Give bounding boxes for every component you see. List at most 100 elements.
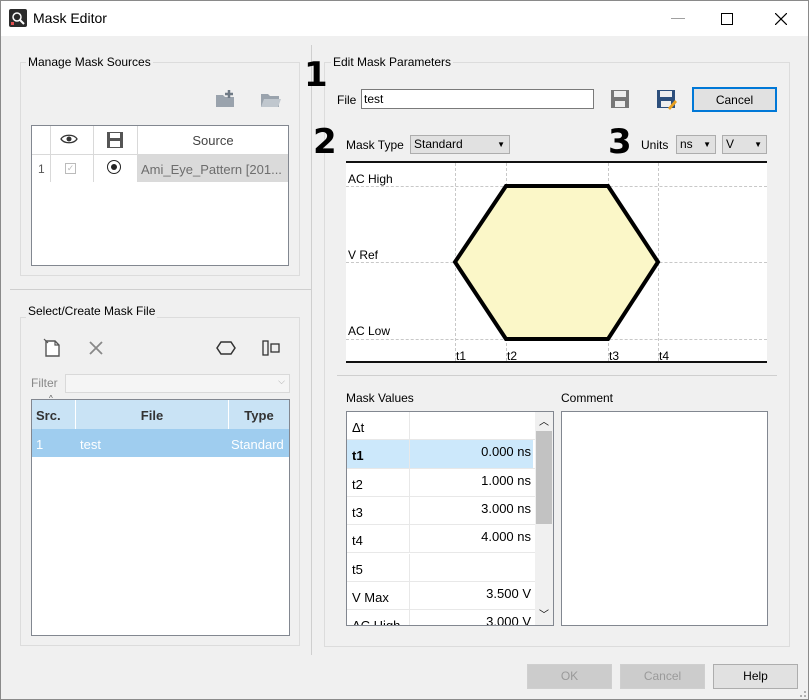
mask-file-name: test (80, 437, 101, 452)
mask-value-input[interactable] (409, 553, 533, 581)
ok-button[interactable]: OK (527, 664, 612, 689)
mask-file-src: 1 (36, 437, 44, 452)
mask-type-value: Standard (414, 137, 463, 151)
mask-value-row[interactable]: t1 0.000 ns (347, 440, 535, 469)
comment-title: Comment (561, 391, 614, 405)
mask-values-title: Mask Values (346, 391, 414, 405)
mask-value-name: t3 (352, 504, 363, 520)
panel-splitter[interactable] (311, 45, 312, 655)
file-name-input[interactable]: test (361, 89, 594, 109)
callout-2: 2 (313, 122, 337, 162)
comment-textarea[interactable] (561, 411, 768, 626)
new-file-icon (43, 338, 60, 357)
x-label-t2: t2 (507, 349, 518, 363)
volt-unit-value: V (726, 137, 735, 151)
col-type[interactable]: Type (229, 408, 289, 423)
minimize-icon: — (671, 9, 685, 25)
shape-mask-button[interactable] (215, 339, 237, 357)
chevron-down-icon: ▼ (703, 140, 711, 149)
window-title: Mask Editor (33, 10, 107, 26)
mask-value-name: t1 (347, 440, 409, 468)
select-mask-title: Select/Create Mask File (26, 304, 158, 318)
minimize-button[interactable]: — (655, 0, 701, 36)
cancel-button[interactable]: Cancel (620, 664, 705, 689)
mask-hexagon[interactable] (346, 161, 767, 363)
x-label-t1: t1 (456, 349, 467, 363)
left-divider (10, 289, 311, 290)
mask-value-row[interactable]: t2 1.000 ns (347, 468, 535, 497)
time-unit-value: ns (680, 137, 693, 151)
mask-value-row[interactable]: t5 (347, 553, 535, 582)
mask-value-row[interactable]: V Max 3.500 V (347, 581, 535, 611)
split-view-icon (262, 340, 280, 356)
add-source-button[interactable] (214, 89, 238, 109)
plot-divider (337, 375, 777, 376)
scroll-thumb[interactable] (536, 431, 552, 524)
maximize-icon (721, 12, 733, 25)
x-label-t4: t4 (659, 349, 670, 363)
mask-values-table: Δt t1 0.000 ns t2 1.000 ns t3 3.000 ns t4 4.000 … (346, 411, 554, 626)
save-as-mask-button[interactable] (655, 88, 677, 110)
filter-combo[interactable]: ⌵ (65, 374, 290, 393)
close-button[interactable] (758, 0, 804, 36)
chevron-down-icon: ⌵ (278, 376, 285, 386)
time-unit-select[interactable]: ns ▼ (676, 135, 716, 154)
callout-1: 1 (304, 55, 328, 95)
mask-value-row[interactable]: Δt (347, 412, 535, 441)
mask-value-input[interactable]: 3.500 V (409, 581, 533, 610)
mask-value-input[interactable]: 1.000 ns (409, 468, 533, 496)
eye-icon (60, 134, 78, 144)
edit-params-title: Edit Mask Parameters (331, 55, 454, 69)
x-label-t3: t3 (609, 349, 620, 363)
cancel-edit-button[interactable]: Cancel (692, 87, 777, 112)
compare-mask-button[interactable] (261, 339, 281, 357)
mask-value-name: Δt (352, 420, 365, 435)
floppy-disk-icon (107, 132, 123, 148)
save-mask-button[interactable] (609, 88, 631, 110)
chevron-down-icon: ﹀ (539, 610, 549, 621)
file-label: File (337, 93, 357, 107)
chevron-up-icon: ︿ (539, 417, 549, 428)
delete-icon (89, 341, 103, 355)
close-icon (774, 12, 788, 26)
manage-sources-title: Manage Mask Sources (26, 55, 153, 69)
open-source-button[interactable] (259, 89, 283, 109)
mask-value-input[interactable]: 3.000 V (409, 610, 533, 625)
mask-file-type: Standard (231, 437, 284, 452)
col-file[interactable]: File (76, 408, 228, 423)
mask-value-row[interactable]: t3 3.000 ns (347, 496, 535, 526)
chevron-down-icon: ▼ (754, 140, 762, 149)
maximize-button[interactable] (704, 0, 750, 36)
volt-unit-select[interactable]: V ▼ (722, 135, 767, 154)
scroll-up-button[interactable]: ︿ (535, 413, 553, 429)
hexagon-icon (216, 341, 236, 355)
callout-3: 3 (608, 122, 632, 162)
resize-grip-icon[interactable] (795, 686, 807, 698)
mask-value-input[interactable]: 3.000 ns (409, 496, 533, 525)
mask-value-input[interactable]: 0.000 ns (409, 440, 533, 468)
y-label-vref: V Ref (348, 248, 379, 262)
visibility-column-icon (60, 132, 78, 149)
save-column-icon (106, 131, 124, 152)
source-visible-checkbox[interactable]: ✓ (65, 163, 76, 174)
mask-value-name: AC High (352, 618, 401, 626)
mask-value-row[interactable]: t4 4.000 ns (347, 525, 535, 554)
source-name: Ami_Eye_Pattern [201... (141, 162, 282, 177)
source-column-header[interactable]: Source (138, 133, 288, 148)
mask-type-select[interactable]: Standard ▼ (410, 135, 510, 154)
new-mask-button[interactable] (42, 338, 62, 358)
col-src[interactable]: Src. (36, 408, 61, 423)
floppy-disk-icon (611, 90, 629, 108)
mask-value-input[interactable] (409, 412, 533, 440)
source-selected-radio[interactable] (107, 160, 121, 174)
mask-value-input[interactable]: 4.000 ns (409, 525, 533, 553)
scroll-down-button[interactable]: ﹀ (535, 606, 553, 622)
mask-value-row[interactable]: AC High 3.000 V (347, 610, 535, 626)
y-label-ac-high: AC High (348, 172, 393, 186)
mask-value-name: t2 (352, 476, 363, 492)
units-label: Units (641, 138, 669, 152)
mask-value-name: t5 (352, 561, 363, 577)
delete-mask-button[interactable] (87, 339, 105, 357)
mask-value-name: V Max (352, 589, 389, 605)
help-button[interactable]: Help (713, 664, 798, 689)
